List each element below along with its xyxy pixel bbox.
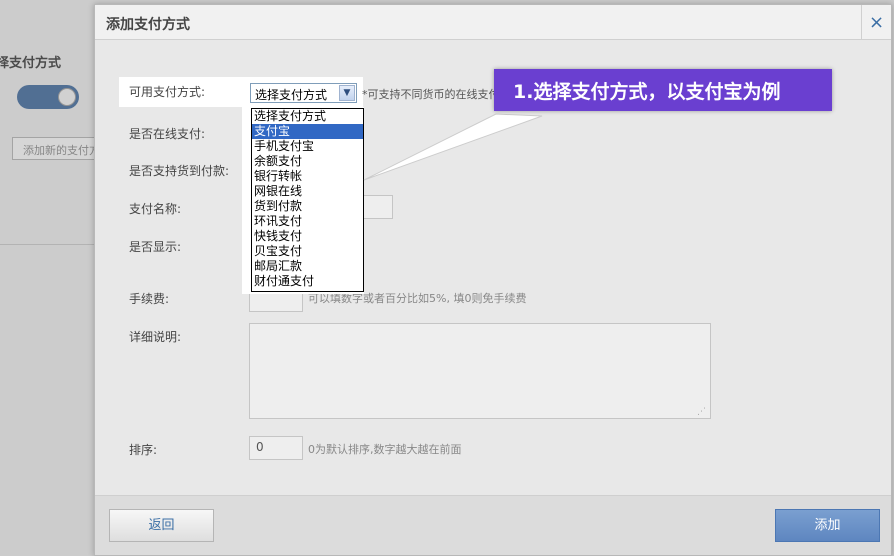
dropdown-option[interactable]: 邮局汇款	[252, 259, 363, 274]
dropdown-option[interactable]: 环讯支付	[252, 214, 363, 229]
dropdown-option[interactable]: 网银在线	[252, 184, 363, 199]
description-textarea[interactable]: ⋰	[249, 323, 711, 419]
payment-method-dropdown: 选择支付方式 支付宝 手机支付宝 余额支付 银行转帐 网银在线 货到付款 环讯支付 快钱支付 贝宝…	[242, 107, 364, 294]
payment-method-select[interactable]: 选择支付方式 ▼	[250, 83, 357, 103]
dialog-footer: 返回 添加	[95, 495, 891, 555]
add-button[interactable]: 添加	[775, 509, 880, 542]
display-label: 是否显示:	[129, 240, 182, 254]
chevron-down-icon[interactable]: ▼	[339, 85, 355, 101]
dialog-title: 添加支付方式	[106, 17, 190, 33]
close-icon[interactable]: ×	[861, 5, 891, 40]
back-button[interactable]: 返回	[109, 509, 214, 542]
dropdown-option[interactable]: 选择支付方式	[252, 109, 363, 124]
dropdown-option[interactable]: 银行转帐	[252, 169, 363, 184]
sort-hint: 0为默认排序,数字越大越在前面	[308, 443, 462, 456]
dropdown-option[interactable]: 货到付款	[252, 199, 363, 214]
dropdown-option[interactable]: 财付通支付	[252, 274, 363, 289]
dropdown-option[interactable]: 余额支付	[252, 154, 363, 169]
dropdown-option[interactable]: 手机支付宝	[252, 139, 363, 154]
tutorial-callout: 1.选择支付方式，以支付宝为例	[494, 69, 832, 111]
fee-label: 手续费:	[129, 292, 170, 306]
dropdown-option[interactable]: 支付宝	[252, 124, 363, 139]
payment-name-label: 支付名称:	[129, 202, 182, 216]
dialog-header: 添加支付方式 ×	[95, 5, 891, 40]
payment-method-label: 可用支付方式:	[129, 85, 206, 99]
sort-input[interactable]: 0	[249, 436, 303, 460]
description-label: 详细说明:	[129, 330, 182, 344]
payment-method-options: 选择支付方式 支付宝 手机支付宝 余额支付 银行转帐 网银在线 货到付款 环讯支付 快钱支付 贝宝…	[251, 108, 364, 292]
resize-grip-icon[interactable]: ⋰	[697, 407, 706, 417]
dropdown-option[interactable]: 贝宝支付	[252, 244, 363, 259]
callout-pointer	[363, 113, 543, 181]
dropdown-option[interactable]: 快钱支付	[252, 229, 363, 244]
sort-label: 排序:	[129, 443, 158, 457]
payment-method-selected-value: 选择支付方式	[255, 88, 328, 102]
online-payment-label: 是否在线支付:	[129, 127, 206, 141]
cod-label: 是否支持货到付款:	[129, 164, 230, 178]
